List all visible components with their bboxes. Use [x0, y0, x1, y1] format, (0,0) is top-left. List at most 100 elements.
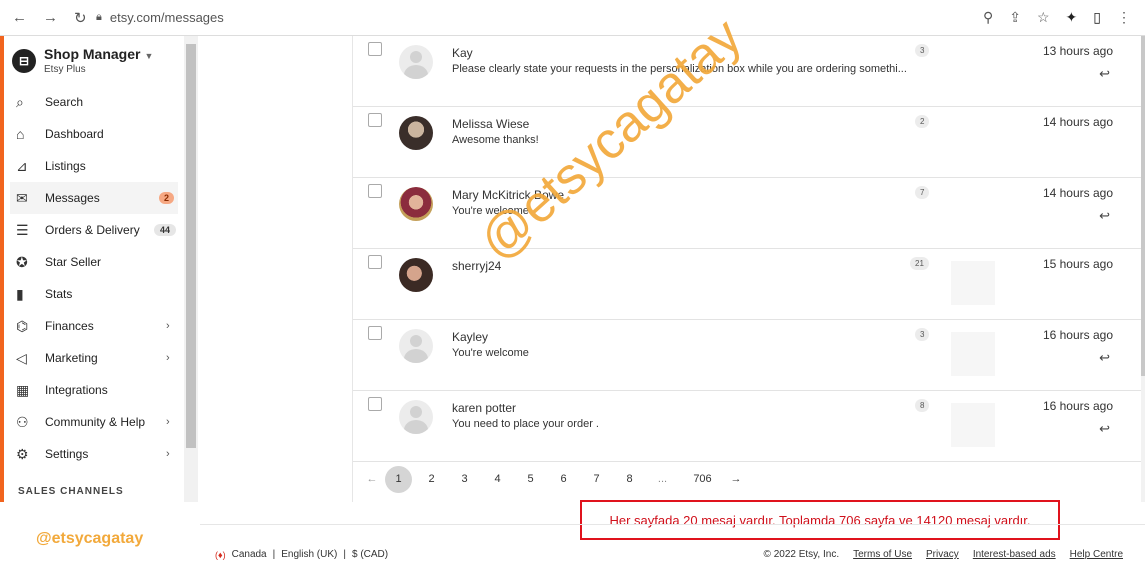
sales-channels-title: SALES CHANNELS [18, 486, 124, 497]
sidebar-item-stats[interactable]: ▮ Stats [10, 278, 178, 310]
message-preview[interactable]: You're welcome [452, 347, 529, 359]
sidebar-scrollbar[interactable] [184, 36, 198, 502]
message-count-badge: 3 [915, 328, 930, 341]
timestamp: 16 hours ago [1042, 328, 1113, 342]
page-scroll-thumb[interactable] [1141, 36, 1145, 376]
avatar-body-shape [404, 349, 428, 363]
page-3-button[interactable]: 3 [448, 473, 481, 485]
avatar [399, 400, 433, 434]
zoom-icon[interactable]: ⚲ [983, 9, 993, 26]
sidebar-item-finances[interactable]: ⌬ Finances › [10, 310, 178, 342]
message-row[interactable]: Melissa Wiese Awesome thanks! 2 14 hours ag… [353, 107, 1143, 178]
sidebar-item-marketing[interactable]: ◁ Marketing › [10, 342, 178, 374]
shop-switcher[interactable]: ⊟ Shop Manager ▼ Etsy Plus [12, 46, 153, 75]
avatar-head-shape [410, 406, 422, 418]
megaphone-icon: ◁ [16, 349, 27, 366]
sidebar-item-search[interactable]: ⌕ Search [10, 86, 178, 118]
sidebar-item-settings[interactable]: ⚙ Settings › [10, 438, 178, 470]
mail-icon: ✉ [16, 189, 28, 206]
message-row[interactable]: karen potter You need to place your order… [353, 391, 1143, 462]
listing-thumbnail [951, 261, 995, 305]
page-4-button[interactable]: 4 [481, 473, 514, 485]
message-preview[interactable]: Awesome thanks! [452, 134, 539, 146]
sender-name[interactable]: Kay [452, 46, 473, 60]
lock-icon[interactable]: 🔒︎ [96, 11, 102, 24]
forward-icon[interactable]: → [43, 9, 58, 26]
select-checkbox[interactable] [368, 113, 382, 127]
chevron-right-icon[interactable]: › [166, 448, 178, 460]
sidebar-item-community-help[interactable]: ⚇ Community & Help › [10, 406, 178, 438]
sender-name[interactable]: Kayley [452, 330, 488, 344]
locale-settings[interactable]: (♦) Canada | English (UK) | $ (CAD) [215, 549, 388, 560]
back-icon[interactable]: ← [12, 9, 27, 26]
next-page-arrow[interactable]: → [726, 473, 746, 485]
etsy-logo-icon: ⊟ [12, 48, 36, 73]
language-label[interactable]: English (UK) [281, 549, 337, 560]
page-6-button[interactable]: 6 [547, 473, 580, 485]
count-badge: 44 [153, 224, 176, 236]
chevron-right-icon[interactable]: › [166, 352, 178, 364]
home-icon: ⌂ [16, 126, 25, 142]
sender-name[interactable]: Melissa Wiese [452, 117, 529, 131]
select-checkbox[interactable] [368, 326, 382, 340]
message-preview[interactable]: You need to place your order . [452, 418, 599, 430]
pagination: ← 1 2 3 4 5 6 7 8... 706 → [353, 464, 1143, 494]
message-preview[interactable]: You're welcome [452, 205, 529, 217]
sidebar-item-dashboard[interactable]: ⌂ Dashboard [10, 118, 178, 150]
sidebar-item-integrations[interactable]: ▦ Integrations [10, 374, 178, 406]
terms-link[interactable]: Terms of Use [853, 549, 912, 560]
avatar-head-shape [410, 335, 422, 347]
footer-links: © 2022 Etsy, Inc. Terms of Use Privacy I… [764, 549, 1123, 560]
sidebar-scroll-thumb[interactable] [186, 44, 196, 448]
page-last-button[interactable]: 706 [679, 473, 726, 485]
bank-icon: ⌬ [16, 317, 29, 334]
sidebar-item-star-seller[interactable]: ✪ Star Seller [10, 246, 178, 278]
sidepanel-icon[interactable]: ▯ [1093, 9, 1101, 26]
page-7-button[interactable]: 7 [580, 473, 613, 485]
page-1-button[interactable]: 1 [385, 465, 412, 493]
message-row[interactable]: Mary McKitrick Bowe You're welcome 7 14 hou… [353, 178, 1143, 249]
message-preview[interactable]: Please clearly state your requests in th… [452, 63, 907, 75]
avatar-body-shape [404, 65, 428, 79]
select-checkbox[interactable] [368, 42, 382, 56]
prev-page-arrow[interactable]: ← [362, 473, 382, 485]
country-label[interactable]: Canada [232, 549, 267, 560]
message-row[interactable]: sherryj24 21 15 hours ago [353, 249, 1143, 320]
currency-label[interactable]: $ (CAD) [352, 549, 388, 560]
timestamp: 14 hours ago [1042, 186, 1113, 200]
chevron-right-icon[interactable]: › [166, 320, 178, 332]
sidebar-item-label: Finances [45, 319, 94, 333]
caret-down-icon[interactable]: ▼ [144, 51, 153, 61]
sidebar-item-messages[interactable]: ✉ Messages 2 [10, 182, 178, 214]
select-checkbox[interactable] [368, 397, 382, 411]
shop-manager-title[interactable]: Shop Manager [44, 46, 140, 62]
page-2-button[interactable]: 2 [415, 473, 448, 485]
sidebar-item-label: Settings [45, 447, 89, 461]
reload-icon[interactable]: ↻ [74, 9, 87, 27]
extensions-icon[interactable]: ✦ [1066, 9, 1078, 26]
sender-name[interactable]: karen potter [452, 401, 516, 415]
message-row[interactable]: Kayley You're welcome 3 16 hours ago ↩ [353, 320, 1143, 391]
message-row[interactable]: Kay Please clearly state your requests in… [353, 36, 1143, 107]
star-seller-icon: ✪ [16, 253, 28, 270]
chevron-right-icon[interactable]: › [166, 416, 178, 428]
page-5-button[interactable]: 5 [514, 473, 547, 485]
share-icon[interactable]: ⇪ [1009, 9, 1021, 26]
address-bar[interactable]: 🔒︎ etsy.com/messages [92, 4, 983, 32]
page-8-button[interactable]: 8 [613, 473, 646, 485]
url-text[interactable]: etsy.com/messages [110, 10, 224, 25]
sidebar-item-listings[interactable]: ⊿ Listings [10, 150, 178, 182]
sidebar-item-orders-delivery[interactable]: ☰ Orders & Delivery 44 [10, 214, 178, 246]
separator: | [343, 549, 346, 560]
gear-icon: ⚙ [16, 445, 29, 462]
page-scrollbar[interactable] [1141, 36, 1145, 502]
select-checkbox[interactable] [368, 184, 382, 198]
star-icon[interactable]: ☆ [1037, 9, 1050, 26]
sender-name[interactable]: sherryj24 [452, 259, 501, 273]
menu-icon[interactable]: ⋮ [1117, 9, 1131, 26]
select-checkbox[interactable] [368, 255, 382, 269]
interest-ads-link[interactable]: Interest-based ads [973, 549, 1056, 560]
help-centre-link[interactable]: Help Centre [1070, 549, 1123, 560]
sender-name[interactable]: Mary McKitrick Bowe [452, 188, 564, 202]
privacy-link[interactable]: Privacy [926, 549, 959, 560]
